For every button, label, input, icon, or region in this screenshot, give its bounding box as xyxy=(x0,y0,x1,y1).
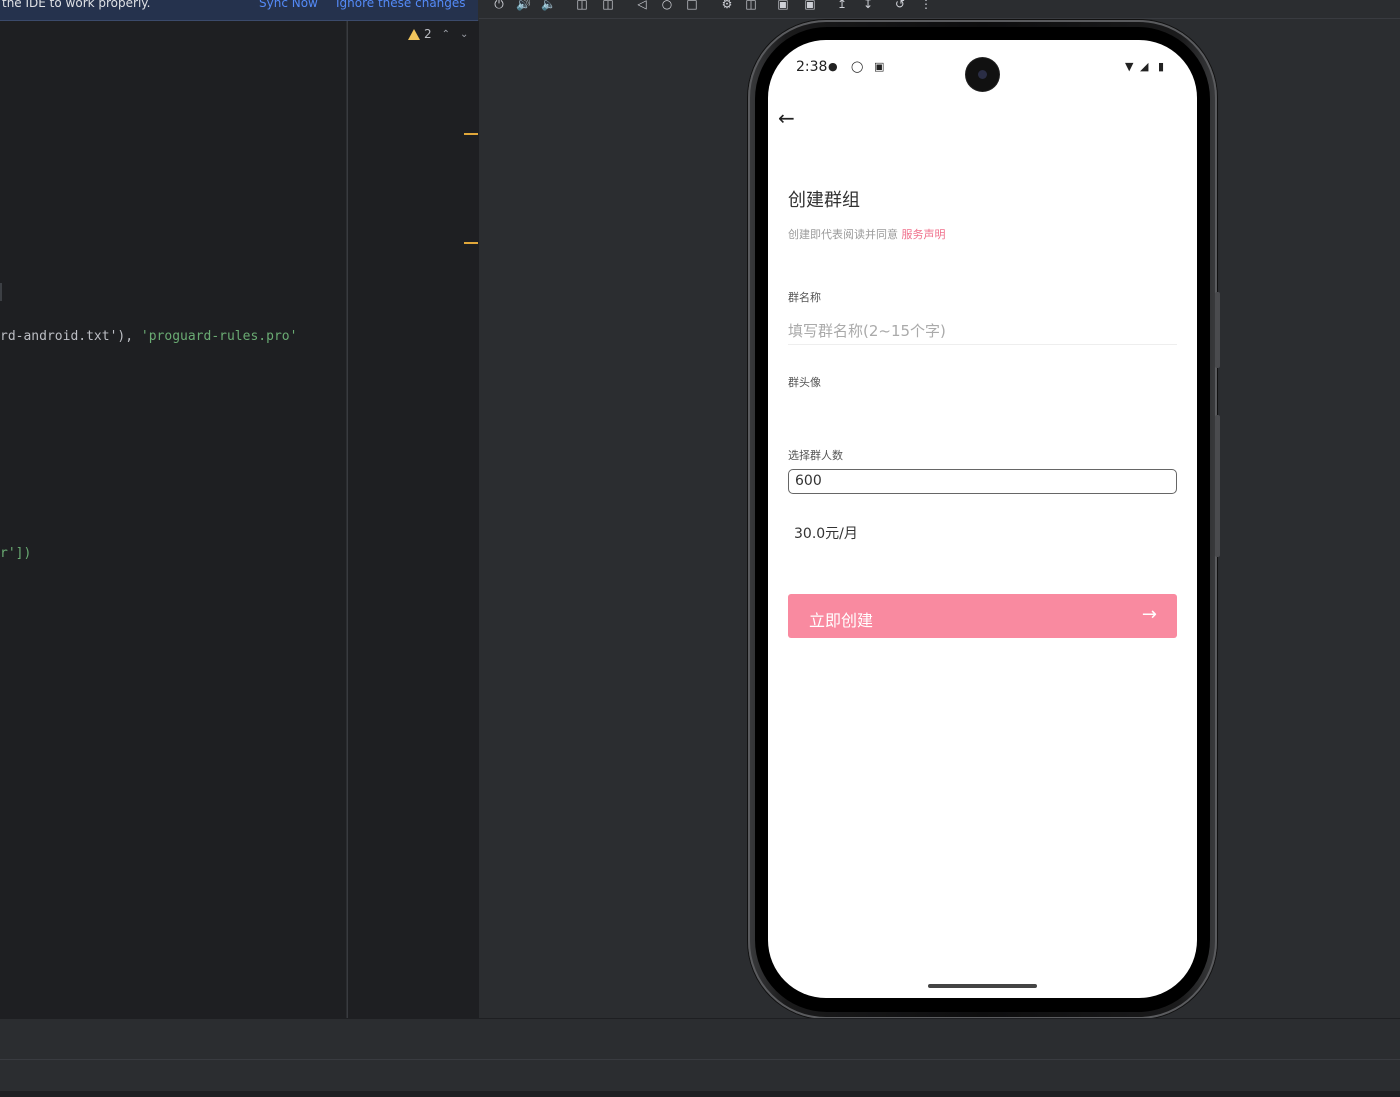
app-badge-icon: ▣ xyxy=(874,60,885,73)
record-icon[interactable]: ▣ xyxy=(803,0,817,12)
warning-count: 2 xyxy=(424,27,432,41)
member-count-label: 选择群人数 xyxy=(788,449,843,462)
front-camera xyxy=(966,58,999,91)
price-text: 30.0元/月 xyxy=(794,526,858,542)
agreement-prefix: 创建即代表阅读并同意 xyxy=(788,228,902,241)
code-line[interactable]: r']) xyxy=(0,546,31,561)
back-arrow-icon[interactable]: ← xyxy=(778,106,795,130)
reset-icon[interactable]: ↺ xyxy=(893,0,907,12)
window-bottom-edge xyxy=(0,1091,1400,1097)
ignore-changes-link[interactable]: Ignore these changes xyxy=(336,0,466,9)
editor-gutter-right xyxy=(347,21,479,1018)
home-indicator[interactable] xyxy=(928,984,1037,988)
notice-text: the IDE to work properly. xyxy=(2,0,151,10)
volume-down-icon[interactable]: 🔈 xyxy=(541,0,556,12)
more-icon[interactable]: ⋮ xyxy=(919,0,933,12)
group-avatar-label: 群头像 xyxy=(788,376,821,389)
rotate-left-icon[interactable]: ◫ xyxy=(575,0,589,12)
ide-notification-bar: the IDE to work properly. Sync Now Ignor… xyxy=(0,0,478,21)
signal-icon: ◢ xyxy=(1140,60,1149,73)
ide-bottom-panel xyxy=(0,1018,1400,1059)
export-icon[interactable]: ↥ xyxy=(835,0,849,12)
fold-icon[interactable]: ◫ xyxy=(744,0,758,12)
snapshot-icon[interactable]: ⚙ xyxy=(720,0,734,12)
warning-marker[interactable] xyxy=(464,242,478,244)
inspection-widget[interactable]: 2 ⌃ ⌄ xyxy=(408,26,468,42)
group-name-input[interactable] xyxy=(788,318,1177,345)
screenshot-icon[interactable]: ▣ xyxy=(776,0,790,12)
battery-icon: ▮ xyxy=(1158,60,1165,73)
code-string: 'proguard-rules.pro' xyxy=(140,329,298,344)
volume-up-icon[interactable]: 🔊 xyxy=(516,0,531,12)
power-icon[interactable]: ⏻ xyxy=(492,0,506,12)
ide-status-bar xyxy=(0,1059,1400,1092)
arrow-right-icon: → xyxy=(1141,604,1157,625)
home-icon[interactable]: ○ xyxy=(660,0,674,12)
wifi-icon: ▼ xyxy=(1125,60,1134,73)
code-text: r']) xyxy=(0,546,32,561)
fold-marker xyxy=(0,283,2,301)
chevron-up-icon[interactable]: ⌃ xyxy=(442,29,450,40)
shield-icon: ◯ xyxy=(851,60,864,73)
code-line[interactable]: rd-android.txt'), 'proguard-rules.pro' xyxy=(0,329,297,344)
phone-power-button xyxy=(1215,292,1220,368)
emulator-toolbar: ⏻ 🔊 🔈 ◫ ◫ ◁ ○ □ ⚙ ◫ ▣ ▣ ↥ ↧ ↺ ⋮ xyxy=(479,0,1400,19)
status-time: 2:38 xyxy=(796,59,828,75)
code-text: rd-android.txt'), xyxy=(0,329,141,344)
code-editor[interactable]: rd-android.txt'), 'proguard-rules.pro' r… xyxy=(0,21,346,1018)
sync-now-link[interactable]: Sync Now xyxy=(259,0,318,9)
create-button-label: 立即创建 xyxy=(809,611,874,630)
overview-icon[interactable]: □ xyxy=(685,0,699,12)
phone-screen[interactable]: 2:38 ● ◯ ▣ ▼ ◢ ▮ ← 创建群组 创建即代表阅读并同意 服务声明 … xyxy=(768,40,1197,998)
service-terms-link[interactable]: 服务声明 xyxy=(902,228,946,241)
agreement-text: 创建即代表阅读并同意 服务声明 xyxy=(788,226,946,242)
notification-icon: ● xyxy=(828,60,838,73)
member-count-field[interactable]: 600 xyxy=(788,469,1177,494)
group-name-label: 群名称 xyxy=(788,291,821,304)
create-group-button[interactable]: 立即创建 → xyxy=(788,594,1177,638)
phone-volume-button xyxy=(1215,415,1220,557)
rotate-right-icon[interactable]: ◫ xyxy=(601,0,615,12)
warning-marker[interactable] xyxy=(464,133,478,135)
warning-icon xyxy=(408,28,420,40)
back-icon[interactable]: ◁ xyxy=(635,0,649,12)
import-icon[interactable]: ↧ xyxy=(861,0,875,12)
page-title: 创建群组 xyxy=(788,190,860,211)
chevron-down-icon[interactable]: ⌄ xyxy=(460,29,468,40)
